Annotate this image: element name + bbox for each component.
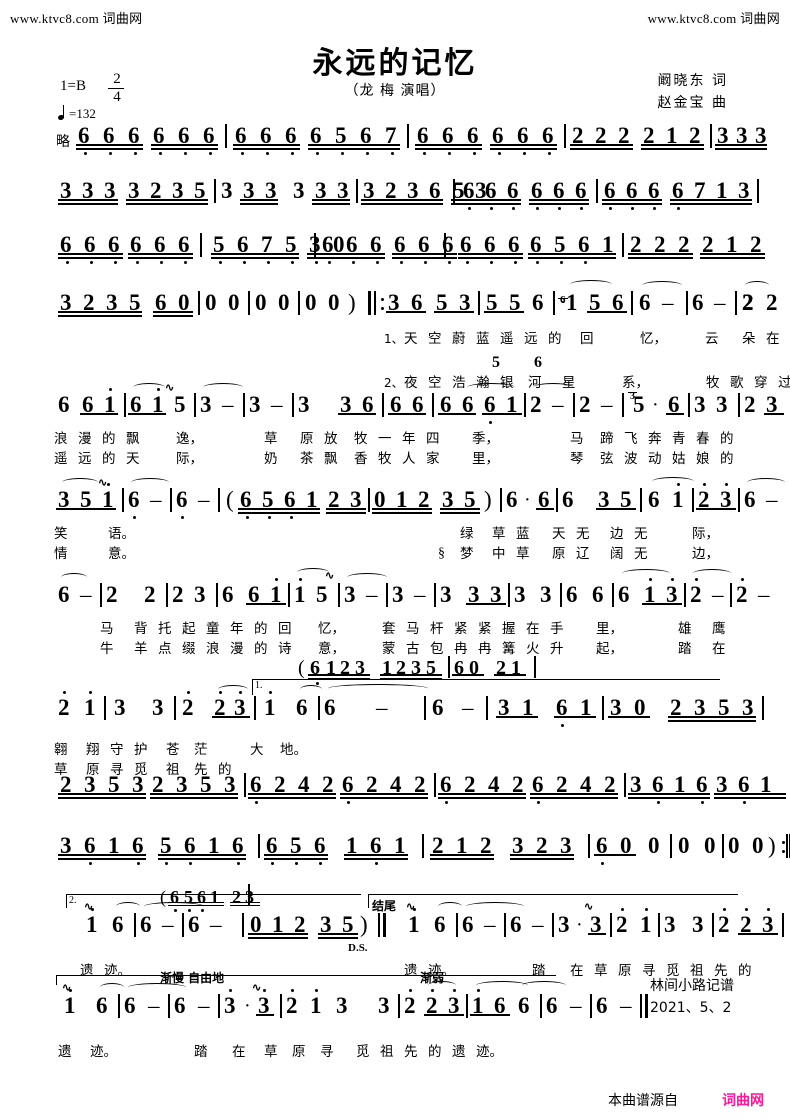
transcription-date: 2021、5、2 — [650, 1000, 732, 1016]
system-9: 2353 2353 6242 6242 6242 6242 3616 3616 — [0, 772, 790, 806]
system-7: 6– 2 2 23 6 61 1 ∿ 5 3– 3– 3 33 3 3 6 6 … — [0, 568, 790, 660]
quarter-note-icon — [57, 105, 69, 121]
system-5: 6 61 61 5 ∿ 3– 3– 3 36 66 66 6 1 2 – 2 –… — [0, 382, 790, 470]
system-6-notes: 351 ∿ 6– 6– ( 6561 23 012 35 ) 6 · 6 6 3… — [0, 477, 790, 521]
source-prefix: 本曲谱源自 — [608, 1093, 678, 1109]
meter-numerator: 2 — [113, 71, 121, 87]
system-7-notes: 6– 2 2 23 6 61 1 ∿ 5 3– 3– 3 33 3 3 6 6 … — [58, 568, 770, 607]
key-signature: 1=B — [60, 78, 86, 94]
system-1: 略 666 666 666 6567 666 666 2 2 2 2 1 2 3… — [0, 123, 790, 157]
system-6: 351 ∿ 6– 6– ( 6561 23 012 35 ) 6 · 6 6 3… — [0, 477, 790, 565]
sheet-music-page: www.ktvc8.com 词曲网 www.ktvc8.com 词曲网 永远的记… — [0, 0, 790, 1119]
transcriber-block: 林间小路记谱 2021、5、2 — [650, 975, 734, 1019]
system-10: 3616 5616 656 161 212 323 60 0 00 00 ) — [0, 833, 790, 867]
system-10-notes: 3616 5616 656 161 212 323 60 0 00 00 ) — [0, 833, 790, 867]
system-11-notes: ∿ 1 6 6– 6– 012 35 ) D.S. ∿ 1 6 6– 6 – 3… — [0, 894, 790, 960]
system-3-notes: 666 666 5675 30 666 666 666 6561 — [0, 232, 790, 266]
meter-denominator: 4 — [113, 89, 121, 105]
system-2: 333 3235 333 333 3236 53 666 666 666 6 7… — [0, 178, 790, 212]
composer-label: 赵金宝 曲 — [657, 95, 728, 111]
system-7-lyric-line-1: 马背托起童年的回 忆， 套马杆紧紧握在手 里， 雄鹰 — [100, 621, 726, 637]
source-site-link[interactable]: 词曲网 — [722, 1090, 764, 1110]
transcriber-label: 林间小路记谱 — [650, 978, 734, 994]
system-11: 2. 结尾 ∿ 1 6 6– 6– 012 35 ) D.S. ∿ 1 6 6 … — [0, 894, 790, 982]
system-12-lyric-line: 遗迹。 踏 在草原寻 觅祖先的遗迹。 — [58, 1044, 503, 1060]
ds-label: D.S. — [348, 942, 368, 954]
system-6-lyric-line-2: 情意。 § 梦中草 原辽 阔无 边， — [54, 546, 719, 562]
system-8-notes: 2 1 33 2 2 3 1 6 6 – 6– 31 61 3 0 2 3 5 … — [0, 683, 790, 739]
system-6-lyric-line-1: 笑语。 绿草蓝 天无 边无 际， — [54, 526, 719, 542]
system-4-lyric-line-1: 1、 天空蔚蓝遥远的 回忆， 云朵在 — [384, 331, 780, 347]
segno-icon: § — [438, 546, 445, 561]
credits: 阚晓东 词 赵金宝 曲 — [658, 70, 728, 114]
system-4-lyrics: 1、 天空蔚蓝遥远的 回忆， 云朵在 5 6 2、 夜空浩瀚银河 星系， 牧歌穿… — [0, 330, 790, 394]
system-3: 666 666 5675 30 666 666 666 6561 — [0, 232, 790, 266]
watermark-left: www.ktvc8.com 词曲网 — [10, 11, 143, 26]
watermark-right: www.ktvc8.com 词曲网 — [647, 11, 780, 26]
system-9-notes: 2353 2353 6242 6242 6242 6242 3616 3616 — [0, 772, 790, 806]
system-5-lyric-line-2: 遥远的天 际， 奶茶飘 香牧人家 里， 琴弦波动姑娘的 — [54, 451, 734, 467]
intro-label: 略 — [56, 134, 70, 150]
system-1-notes: 略 666 666 666 6567 666 666 2 2 2 2 1 2 3… — [0, 123, 790, 157]
system-4-lyric-line-2: 2、 夜空浩瀚银河 星系， 牧歌穿过 — [384, 375, 790, 391]
system-4-extra-digits: 5 6 — [492, 354, 542, 371]
system-8-lyric-line-1: 翱翔守护苍茫 大地。 — [54, 742, 307, 758]
system-4-tail: 22 — [0, 290, 790, 324]
system-5-notes: 6 61 61 5 ∿ 3– 3– 3 36 66 66 6 1 2 – 2 –… — [0, 382, 790, 426]
system-8: 1. 2 1 33 2 2 3 1 6 6 – 6– 31 61 3 0 2 3… — [0, 679, 790, 781]
lyricist-label: 阚晓东 词 — [657, 73, 728, 89]
system-2-notes: 333 3235 333 333 3236 53 666 666 666 6 7… — [0, 178, 790, 212]
system-4-tail-notes: 22 — [0, 290, 790, 324]
system-5-lyric-line-1: 浪漫的飘 逸， 草原放 牧一年四 季， 马蹄飞奔青春的 — [54, 431, 734, 447]
time-signature: 2 4 — [108, 72, 126, 105]
tempo-marking: =132 — [57, 105, 96, 122]
